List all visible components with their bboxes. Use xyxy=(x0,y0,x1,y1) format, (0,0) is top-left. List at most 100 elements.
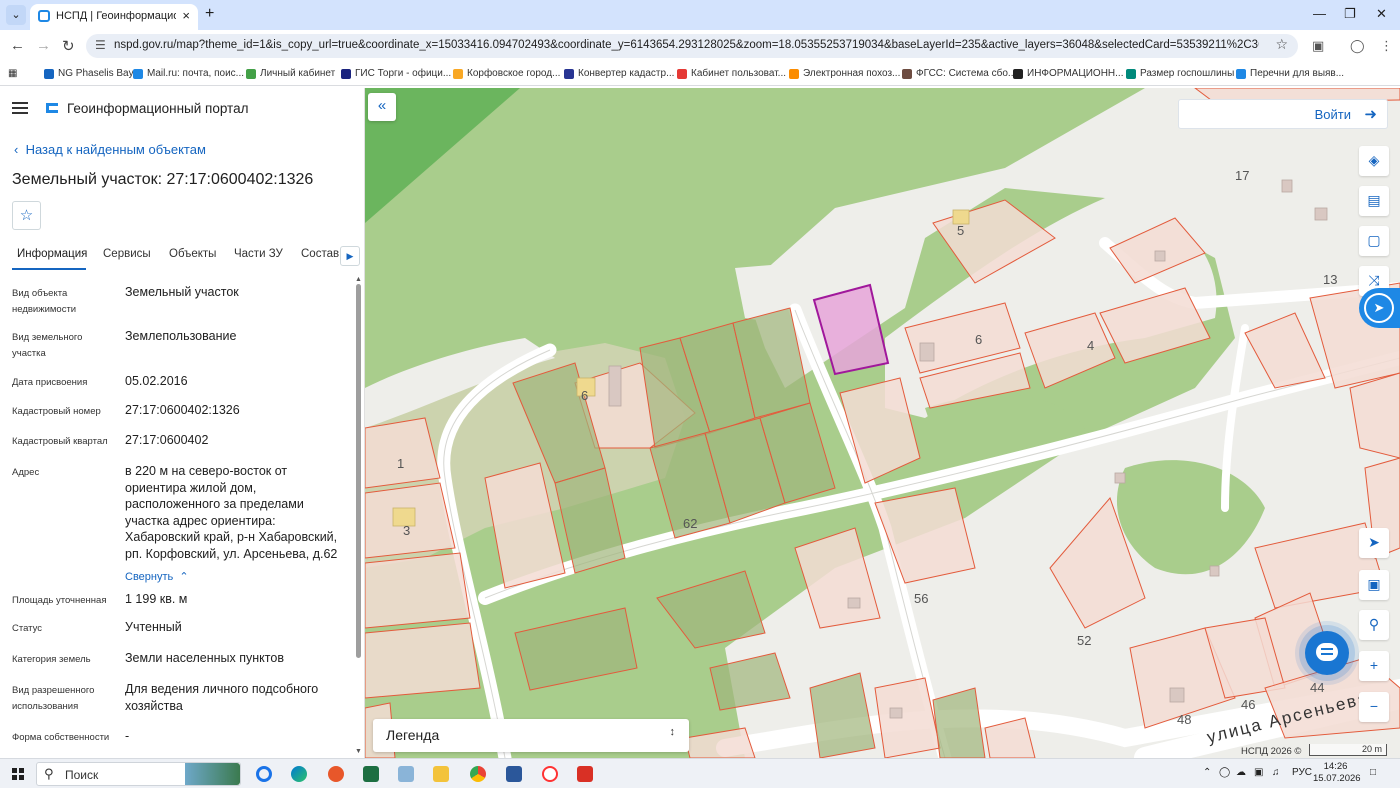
select-area-icon: ▢ xyxy=(1367,232,1381,248)
bookmark-7[interactable]: Электронная похоз... xyxy=(789,68,900,79)
scroll-down-icon[interactable]: ▼ xyxy=(355,748,362,755)
bookmark-9[interactable]: ИНФОРМАЦИОНН... xyxy=(1013,68,1124,79)
object-title: Земельный участок: 27:17:0600402:1326 xyxy=(12,171,314,188)
word-icon[interactable] xyxy=(506,766,522,782)
tab-parts[interactable]: Части ЗУ xyxy=(234,248,283,260)
hamburger-menu-icon[interactable] xyxy=(12,102,28,117)
close-tab-icon[interactable]: × xyxy=(182,8,190,23)
bookmark-3[interactable]: ГИС Торги - офици... xyxy=(341,68,451,79)
zoom-in-button[interactable]: + xyxy=(1359,651,1389,681)
bookmark-10[interactable]: Размер госпошлины xyxy=(1126,68,1234,79)
login-button[interactable]: Войти ➜ xyxy=(1178,99,1388,129)
minimize-button[interactable]: — xyxy=(1313,6,1326,21)
tab-title: НСПД | Геоинформационный xyxy=(56,10,176,22)
layers-button[interactable]: ◈ xyxy=(1359,146,1389,176)
bookmark-icon xyxy=(1126,68,1136,79)
map-labels: 17 5 13 6 4 6 1 3 62 56 52 46 48 44 xyxy=(365,88,1400,758)
edge-browser-icon[interactable] xyxy=(291,766,307,782)
chat-button[interactable] xyxy=(1305,631,1349,675)
forward-icon[interactable]: → xyxy=(36,37,51,54)
app-circle-icon[interactable] xyxy=(256,766,272,782)
firefox-icon[interactable] xyxy=(328,766,344,782)
bookmark-star-icon[interactable]: ☆ xyxy=(1275,36,1288,53)
system-clock[interactable]: 14:26 15.07.2026 xyxy=(1313,761,1361,785)
tab-information[interactable]: Информация xyxy=(17,248,87,260)
yandex-icon[interactable] xyxy=(542,766,558,782)
measure-button[interactable]: ▤ xyxy=(1359,186,1389,216)
site-favicon-icon xyxy=(38,10,50,22)
bookmark-icon xyxy=(246,68,256,79)
bookmark-2[interactable]: Личный кабинет xyxy=(246,68,335,79)
excel-icon[interactable] xyxy=(363,766,379,782)
site-info-icon[interactable]: ☰ xyxy=(95,38,106,52)
windows-start-icon[interactable] xyxy=(12,768,24,780)
language-indicator[interactable]: РУС xyxy=(1292,767,1312,778)
house-number-label: 1 xyxy=(397,456,405,471)
tab-search-button[interactable]: ⌄ xyxy=(6,5,26,25)
notifications-icon[interactable]: □ xyxy=(1370,767,1376,778)
back-to-results-link[interactable]: ‹ Назад к найденным объектам xyxy=(14,142,206,157)
menu-kebab-icon[interactable]: ⋮ xyxy=(1380,38,1393,54)
prop-value: Земли населенных пунктов xyxy=(125,651,284,665)
prop-value: Землепользование xyxy=(125,329,237,343)
pdf-reader-icon[interactable] xyxy=(577,766,593,782)
file-explorer-icon[interactable] xyxy=(433,766,449,782)
browser-tab[interactable]: НСПД | Геоинформационный × xyxy=(30,4,198,30)
tray-app-icon[interactable]: ◯ xyxy=(1219,767,1230,778)
prop-key: Кадастровый квартал xyxy=(12,436,108,447)
zoom-out-button[interactable]: − xyxy=(1359,692,1389,722)
volume-icon[interactable]: ♫ xyxy=(1272,767,1280,778)
chrome-icon[interactable] xyxy=(470,766,486,782)
collapse-panel-button[interactable]: « xyxy=(368,93,396,121)
navigate-button[interactable]: ➤ xyxy=(1359,528,1389,558)
tab-services[interactable]: Сервисы xyxy=(103,248,151,260)
bookmark-8[interactable]: ФГСС: Система сбо... xyxy=(902,68,1016,79)
taskbar-search[interactable]: ⚲ Поиск xyxy=(36,762,241,786)
tab-objects[interactable]: Объекты xyxy=(169,248,216,260)
plus-icon: + xyxy=(1369,657,1379,673)
double-chevron-left-icon: « xyxy=(377,97,387,114)
back-icon[interactable]: ← xyxy=(10,37,25,54)
prop-key: Вид земельного участка xyxy=(12,332,83,359)
help-assistant-button[interactable]: ➤ xyxy=(1359,288,1400,328)
extensions-icon[interactable]: ▣ xyxy=(1312,38,1324,54)
reload-icon[interactable]: ↻ xyxy=(62,37,75,55)
bookmark-1[interactable]: Mail.ru: почта, поис... xyxy=(133,68,244,79)
profile-icon[interactable]: ◯ xyxy=(1350,38,1365,54)
bookmark-icon xyxy=(789,68,799,79)
app-window-icon[interactable] xyxy=(398,766,414,782)
select-area-button[interactable]: ▢ xyxy=(1359,226,1389,256)
panel-scrollbar[interactable] xyxy=(356,284,361,658)
close-window-button[interactable]: ✕ xyxy=(1376,6,1387,22)
bookmark-0[interactable]: NG Phaselis Bay xyxy=(44,68,134,79)
legend-dropdown[interactable]: Легенда ↕ xyxy=(373,719,689,752)
basemap-button[interactable]: ▣ xyxy=(1359,570,1389,600)
favorite-star-button[interactable]: ☆ xyxy=(12,201,41,230)
map-copyright: НСПД 2026 © xyxy=(1241,746,1302,757)
address-bar[interactable]: ☰ nspd.gov.ru/map?theme_id=1&is_copy_url… xyxy=(86,34,1298,58)
minus-icon: − xyxy=(1369,698,1379,714)
tray-expand-icon[interactable]: ⌃ xyxy=(1203,767,1211,778)
geolocation-button[interactable]: ⚲ xyxy=(1359,610,1389,640)
restore-button[interactable]: ❐ xyxy=(1344,6,1356,22)
bookmark-5[interactable]: Конвертер кадастр... xyxy=(564,68,674,79)
share-icon: ⤨ xyxy=(1368,272,1380,288)
house-number-label: 52 xyxy=(1077,633,1092,648)
apps-grid-icon[interactable]: ▦ xyxy=(8,68,17,79)
map-canvas[interactable]: 17 5 13 6 4 6 1 3 62 56 52 46 48 44 улица Арсеньева «… xyxy=(365,88,1400,758)
house-number-label: 17 xyxy=(1235,168,1250,183)
tray-cloud-icon[interactable]: ☁ xyxy=(1236,767,1246,778)
tab-composition[interactable]: Состав xyxy=(301,248,339,260)
prop-key: Категория земель xyxy=(12,654,91,665)
bookmark-6[interactable]: Кабинет пользоват... xyxy=(677,68,786,79)
chevron-left-icon: ‹ xyxy=(14,142,19,157)
bookmark-icon xyxy=(902,68,912,79)
bookmark-4[interactable]: Корфовское город... xyxy=(453,68,560,79)
bookmark-11[interactable]: Перечни для выяв... xyxy=(1236,68,1344,79)
house-number-label: 44 xyxy=(1310,680,1325,695)
collapse-address-link[interactable]: Свернуть ⌃ xyxy=(125,570,189,583)
new-tab-button[interactable]: + xyxy=(205,5,214,23)
tabs-scroll-right-button[interactable]: ▶ xyxy=(340,246,360,266)
scroll-up-icon[interactable]: ▲ xyxy=(355,276,362,283)
tray-display-icon[interactable]: ▣ xyxy=(1254,767,1263,778)
